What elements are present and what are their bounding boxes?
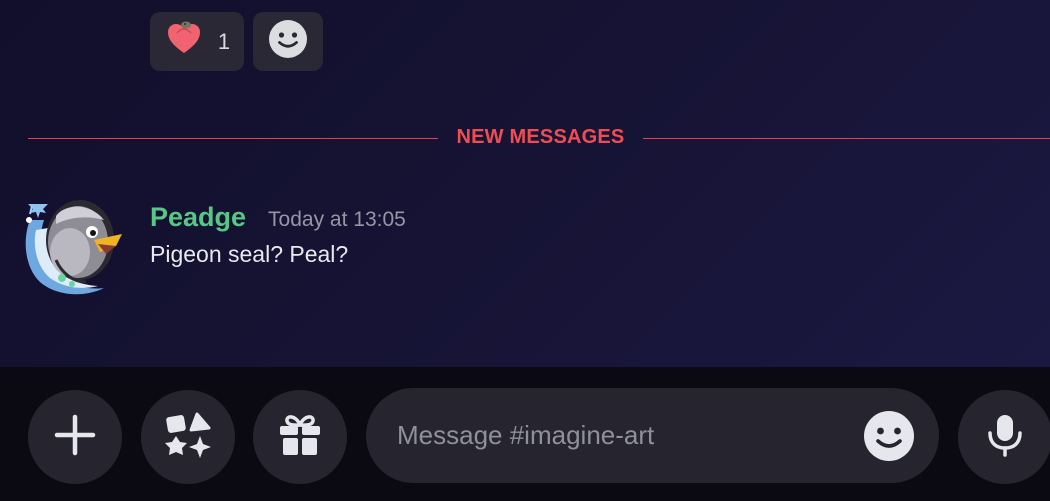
composer-bar: Message #imagine-art — [0, 367, 1050, 501]
new-messages-divider: NEW MESSAGES — [0, 125, 1050, 153]
message-text: Pigeon seal? Peal? — [150, 241, 349, 267]
chat-area: 1 NEW MESSAGES Peadge Today at 13:05 Pig… — [0, 0, 1050, 367]
message: Peadge Today at 13:05 Pigeon seal? Peal? — [0, 186, 1050, 306]
microphone-icon — [981, 411, 1029, 464]
avatar[interactable] — [20, 190, 124, 300]
message-input-placeholder: Message #imagine-art — [397, 420, 655, 450]
divider-line-left — [28, 138, 438, 139]
message-input[interactable]: Message #imagine-art — [366, 388, 939, 483]
add-reaction-button[interactable] — [253, 12, 323, 71]
reaction-bar: 1 — [150, 12, 323, 71]
add-reaction-smiley-icon — [268, 19, 308, 64]
apps-button[interactable] — [141, 390, 235, 484]
timestamp: Today at 13:05 — [268, 208, 406, 231]
pigeon-avatar-icon — [25, 200, 122, 295]
message-header: Peadge Today at 13:05 — [150, 202, 406, 233]
emoji-icon[interactable] — [863, 410, 915, 462]
username[interactable]: Peadge — [150, 202, 246, 233]
apps-icon — [163, 410, 213, 465]
new-messages-label: NEW MESSAGES — [456, 126, 625, 148]
voice-message-button[interactable] — [958, 390, 1050, 484]
gift-button[interactable] — [253, 390, 347, 484]
divider-line-right — [643, 138, 1050, 139]
add-attachment-button[interactable] — [28, 390, 122, 484]
reaction-count: 1 — [217, 28, 231, 54]
reaction-heart[interactable]: 1 — [150, 12, 244, 71]
plus-icon — [51, 411, 99, 464]
gift-icon — [276, 411, 324, 464]
heart-emoji-icon — [164, 19, 204, 64]
